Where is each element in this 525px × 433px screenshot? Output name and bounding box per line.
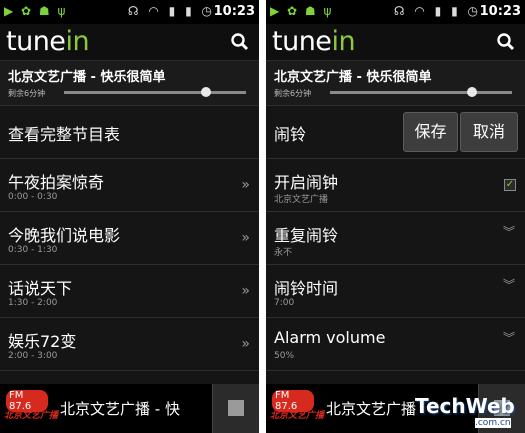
setting-value: 7:00: [274, 298, 295, 308]
program-row[interactable]: 午夜拍案惊奇 0:00 - 0:30 »: [0, 159, 259, 212]
status-time: 10:23: [479, 4, 521, 19]
remaining-time: 剩余6分钟: [274, 89, 312, 98]
setting-row-volume[interactable]: Alarm volume 50% ︾: [266, 318, 525, 371]
cancel-button[interactable]: 取消: [460, 112, 518, 152]
watermark-brand: TechWeb: [415, 394, 515, 418]
techweb-watermark: TechWeb .com.cn: [415, 394, 525, 433]
footer-station-title: 北京文艺广播 - 快: [60, 400, 180, 418]
chevron-right-icon: »: [241, 336, 250, 352]
status-time: 10:23: [213, 4, 255, 19]
chevron-down-icon: ︾: [502, 278, 515, 292]
right-screen: ▶ ✿ ☗ ψ ☊ ◠ ▮ ▮ ◷ 10:23 tunein 北京文艺广播 - …: [266, 0, 525, 433]
app-bar: tunein: [0, 24, 259, 61]
setting-value: 北京文艺广播: [274, 195, 329, 205]
setting-row-time[interactable]: 闹铃时间 7:00 ︾: [266, 265, 525, 318]
footer-station-title: 北京文艺广播: [326, 400, 417, 418]
alarm-header-row: 闹铃 保存 取消: [266, 106, 525, 159]
system-icons: ☊ ◠ ▮ ▮ ◷: [393, 4, 481, 18]
station-logo-text: 北京文艺广播: [4, 411, 59, 421]
player-footer: FM 87.6 北京文艺广播 北京文艺广播 - 快: [0, 384, 259, 433]
chevron-down-icon: ︾: [502, 331, 515, 345]
station-logo-text: 北京文艺广播: [270, 411, 325, 421]
save-button[interactable]: 保存: [403, 112, 458, 152]
program-title: 话说天下: [8, 279, 73, 298]
setting-title: 开启闹钟: [274, 173, 339, 192]
app-bar: tunein: [266, 24, 525, 61]
program-title: 今晚我们说电影: [8, 226, 121, 245]
alarm-label: 闹铃: [274, 125, 307, 144]
program-row[interactable]: 话说天下 1:30 - 2:00 »: [0, 265, 259, 318]
setting-title: 重复闹铃: [274, 226, 339, 245]
tunein-logo: tunein: [6, 26, 90, 57]
program-row[interactable]: 娱乐72变 2:00 - 3:00 »: [0, 318, 259, 371]
system-icons: ☊ ◠ ▮ ▮ ◷: [127, 4, 215, 18]
status-bar: ▶ ✿ ☗ ψ ☊ ◠ ▮ ▮ ◷ 10:23: [0, 0, 259, 24]
notification-icons: ▶ ✿ ☗ ψ: [4, 4, 68, 18]
search-icon[interactable]: [229, 31, 251, 53]
program-title: 娱乐72变: [8, 332, 77, 351]
progress-track[interactable]: [330, 91, 512, 94]
progress-track[interactable]: [64, 91, 246, 94]
remaining-time: 剩余6分钟: [8, 89, 46, 98]
left-screen: ▶ ✿ ☗ ψ ☊ ◠ ▮ ▮ ◷ 10:23 tunein 北京文艺广播 - …: [0, 0, 259, 433]
setting-row-repeat[interactable]: 重复闹铃 永不 ︾: [266, 212, 525, 265]
setting-value: 永不: [274, 248, 293, 258]
chevron-right-icon: »: [241, 177, 250, 193]
watermark-domain: .com.cn: [475, 418, 511, 428]
chevron-down-icon: ︾: [502, 225, 515, 239]
station-logo: FM 87.6 北京文艺广播: [4, 390, 58, 426]
schedule-link: 查看完整节目表: [8, 125, 121, 144]
program-time: 1:30 - 2:00: [8, 298, 58, 308]
program-row[interactable]: 今晚我们说电影 0:30 - 1:30 »: [0, 212, 259, 265]
stop-button[interactable]: [212, 384, 259, 433]
notification-icons: ▶ ✿ ☗ ψ: [270, 4, 334, 18]
progress-knob[interactable]: [466, 87, 477, 97]
program-time: 0:30 - 1:30: [8, 245, 58, 255]
program-time: 2:00 - 3:00: [8, 351, 58, 361]
station-logo: FM 87.6 北京文艺广播: [270, 390, 324, 426]
program-title: 午夜拍案惊奇: [8, 173, 105, 192]
station-title: 北京文艺广播 - 快乐很简单: [8, 70, 166, 85]
stop-icon: [228, 400, 244, 416]
station-title: 北京文艺广播 - 快乐很简单: [274, 70, 432, 85]
now-playing-bar: 北京文艺广播 - 快乐很简单 剩余6分钟: [266, 61, 525, 106]
chevron-right-icon: »: [241, 230, 250, 246]
setting-title: 闹铃时间: [274, 279, 339, 298]
progress-knob[interactable]: [200, 87, 211, 97]
setting-value: 50%: [274, 351, 295, 361]
search-icon[interactable]: [495, 31, 517, 53]
chevron-right-icon: »: [241, 283, 250, 299]
program-time: 0:00 - 0:30: [8, 192, 58, 202]
now-playing-bar: 北京文艺广播 - 快乐很简单 剩余6分钟: [0, 61, 259, 106]
schedule-link-row[interactable]: 查看完整节目表: [0, 106, 259, 159]
alarm-checkbox[interactable]: ✓: [504, 179, 516, 191]
tunein-logo: tunein: [272, 26, 356, 57]
setting-title: Alarm volume: [274, 328, 386, 347]
setting-row-alarm-enabled[interactable]: 开启闹钟 北京文艺广播 ✓: [266, 159, 525, 212]
status-bar: ▶ ✿ ☗ ψ ☊ ◠ ▮ ▮ ◷ 10:23: [266, 0, 525, 24]
